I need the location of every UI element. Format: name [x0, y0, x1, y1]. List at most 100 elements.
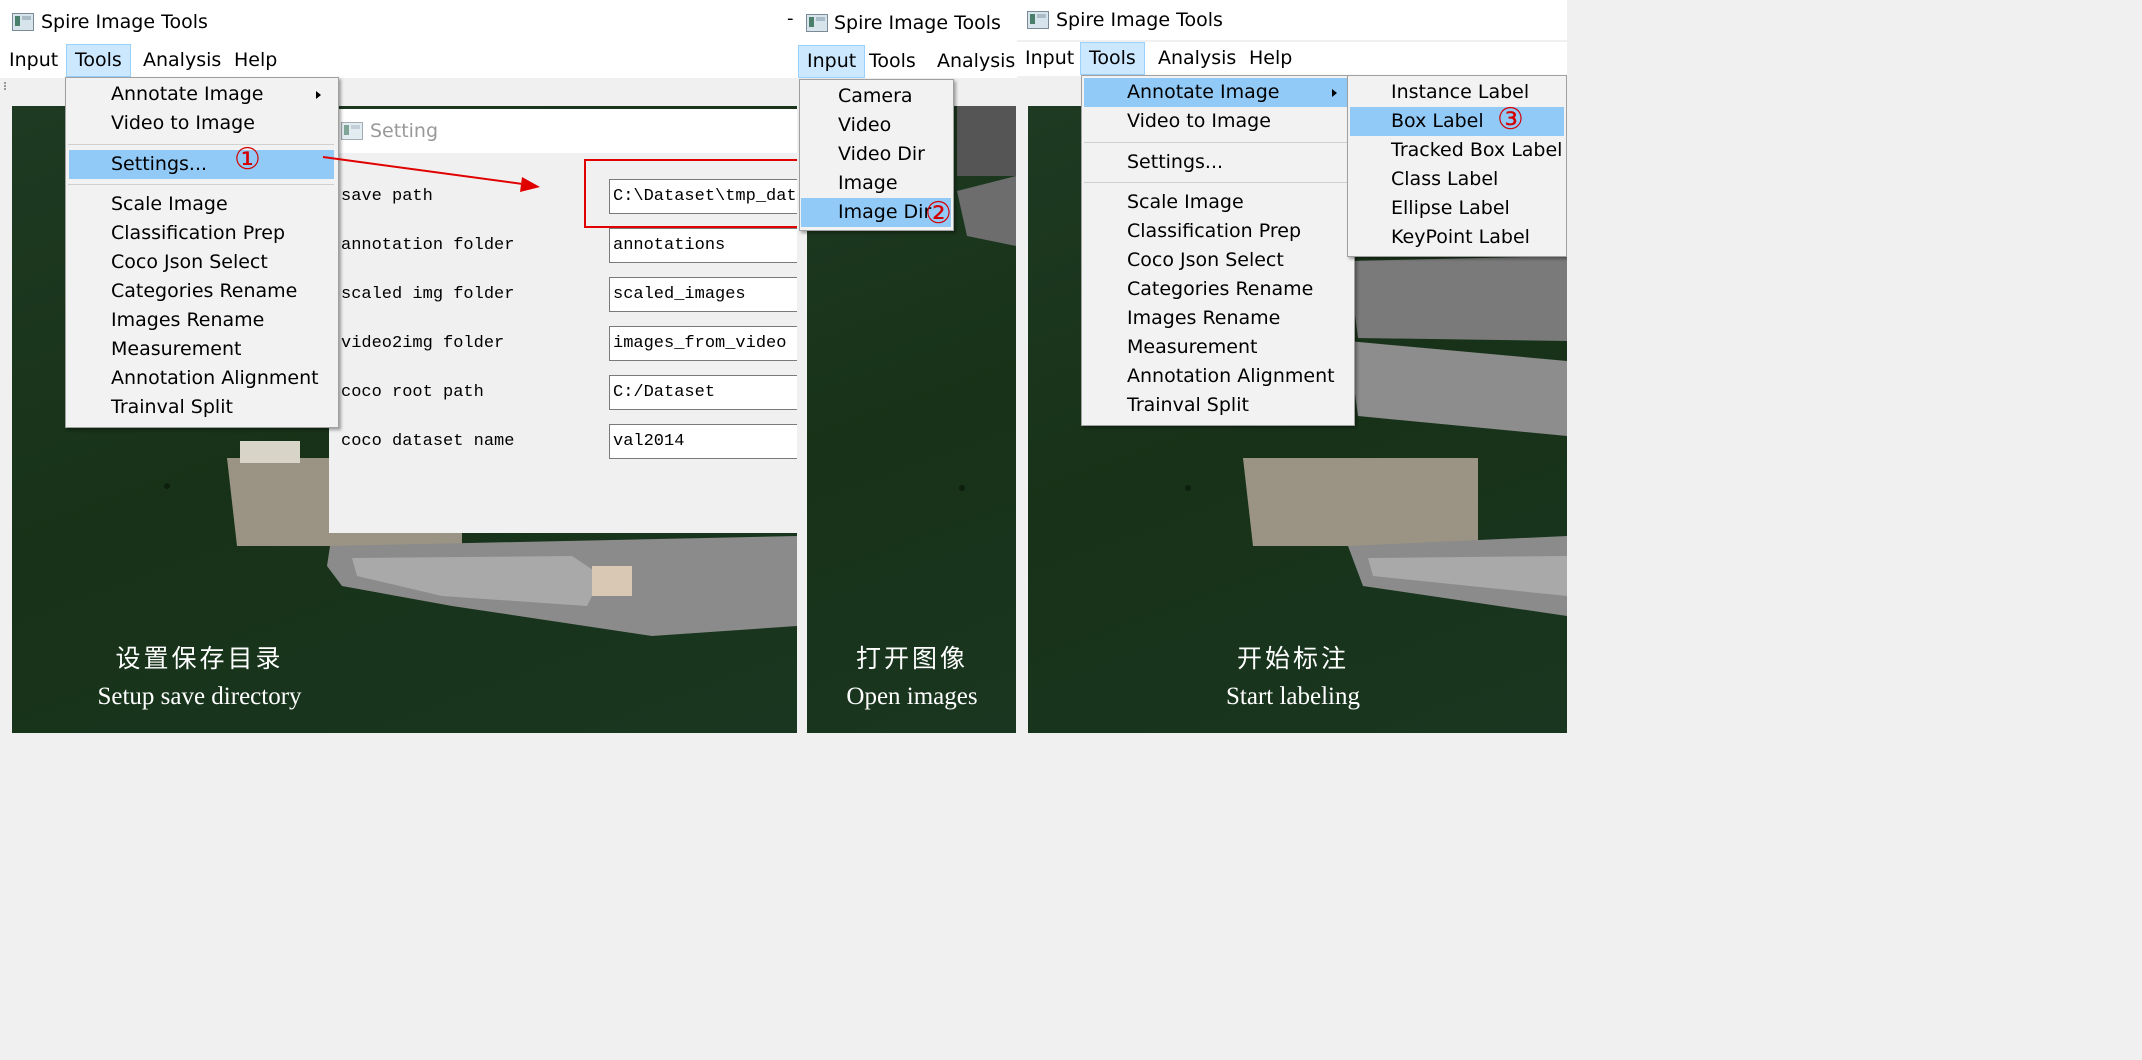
caption-english: Setup save directory	[97, 683, 302, 710]
label-scaled-img-folder: scaled img folder	[341, 285, 515, 304]
label-coco-dataset-name: coco dataset name	[341, 432, 515, 451]
menu-input[interactable]: Input	[1, 44, 66, 77]
menu-analysis[interactable]: Analysis	[929, 45, 1017, 78]
window-titlebar: Spire Image Tools	[797, 0, 1017, 44]
menu-item-video-to-image[interactable]: Video to Image	[1082, 107, 1352, 136]
menu-tools[interactable]: Tools	[66, 44, 131, 77]
caption-english: Open images	[846, 683, 978, 710]
window-title: Spire Image Tools	[834, 12, 1001, 34]
menu-item-images-rename[interactable]: Images Rename	[66, 306, 336, 335]
dialog-titlebar: Setting	[329, 109, 797, 153]
menu-item-coco-json-select[interactable]: Coco Json Select	[1082, 246, 1352, 275]
menu-item-box-label[interactable]: Box Label	[1350, 107, 1564, 136]
annotation-folder-field[interactable]: annotations	[609, 228, 797, 263]
caption: 打开图像 Open images	[827, 640, 997, 716]
dock-structure	[957, 106, 1016, 176]
submenu-arrow-icon	[1332, 89, 1337, 97]
menu-item-measurement[interactable]: Measurement	[66, 335, 336, 364]
menu-item-classification-prep[interactable]: Classification Prep	[1082, 217, 1352, 246]
menu-item-annotate-image[interactable]: Annotate Image	[1084, 78, 1350, 107]
menu-item-trainval-split[interactable]: Trainval Split	[1082, 391, 1352, 420]
menu-item-video-to-image[interactable]: Video to Image	[66, 109, 336, 138]
menubar: Input Tools Analysis	[797, 44, 1017, 78]
coco-dataset-name-field[interactable]: val2014	[609, 424, 797, 459]
menu-item-classification-prep[interactable]: Classification Prep	[66, 219, 336, 248]
window-titlebar: Spire Image Tools	[1017, 0, 1567, 40]
caption-chinese: 开始标注	[1236, 644, 1349, 673]
menu-item-categories-rename[interactable]: Categories Rename	[1082, 275, 1352, 304]
menu-item-image[interactable]: Image	[800, 169, 950, 198]
ship-hull	[957, 176, 1016, 246]
menubar: Input Tools Analysis Help	[0, 44, 797, 78]
window-titlebar: Spire Image Tools	[0, 0, 797, 44]
submenu-arrow-icon	[316, 91, 321, 99]
window-title: Spire Image Tools	[41, 11, 208, 33]
menu-separator	[1084, 182, 1350, 183]
menu-item-annotation-alignment[interactable]: Annotation Alignment	[66, 364, 336, 393]
menu-item-trainval-split[interactable]: Trainval Split	[66, 393, 336, 422]
menu-help[interactable]: Help	[226, 44, 285, 77]
buoy	[959, 485, 965, 491]
app-icon	[806, 14, 828, 32]
tools-menu: Annotate Image Video to Image Settings..…	[1081, 75, 1355, 426]
menu-item-tracked-box-label[interactable]: Tracked Box Label	[1348, 136, 1564, 165]
panel-settings: Spire Image Tools Input Tools Analysis H…	[0, 0, 797, 775]
caption-chinese: 打开图像	[855, 644, 968, 673]
menu-item-keypoint-label[interactable]: KeyPoint Label	[1348, 223, 1564, 252]
carrier-deck	[1348, 341, 1567, 436]
menu-item-instance-label[interactable]: Instance Label	[1348, 78, 1564, 107]
buoy	[1185, 485, 1191, 491]
menu-separator	[68, 144, 334, 145]
menu-item-scale-image[interactable]: Scale Image	[1082, 188, 1352, 217]
pier	[1243, 458, 1478, 546]
app-icon	[12, 13, 34, 31]
menu-item-video[interactable]: Video	[800, 111, 950, 140]
caption: 设置保存目录 Setup save directory	[72, 640, 327, 716]
label-save-path: save path	[341, 187, 433, 206]
menu-help[interactable]: Help	[1241, 42, 1300, 75]
menu-item-settings[interactable]: Settings...	[69, 150, 334, 179]
coco-root-path-field[interactable]: C:/Dataset	[609, 375, 797, 410]
panel-open-images: Spire Image Tools Input Tools Analysis 打…	[797, 0, 1017, 775]
caption-chinese: 设置保存目录	[115, 644, 284, 673]
stray-dash: -	[787, 8, 794, 29]
toolbar-grip[interactable]	[4, 82, 12, 90]
menu-tools[interactable]: Tools	[1080, 42, 1145, 75]
annotate-submenu: Instance Label Box Label Tracked Box Lab…	[1347, 75, 1567, 257]
menu-analysis[interactable]: Analysis	[135, 44, 229, 77]
menu-item-annotation-alignment[interactable]: Annotation Alignment	[1082, 362, 1352, 391]
caption: 开始标注 Start labeling	[1208, 640, 1378, 716]
menu-item-ellipse-label[interactable]: Ellipse Label	[1348, 194, 1564, 223]
label-video2img-folder: video2img folder	[341, 334, 505, 353]
menu-separator	[1084, 142, 1350, 143]
buoy	[164, 483, 170, 489]
step-marker-3: ③	[1497, 102, 1524, 137]
dialog-icon	[341, 122, 363, 140]
menu-item-scale-image[interactable]: Scale Image	[66, 190, 336, 219]
app-icon	[1027, 11, 1049, 29]
menu-tools[interactable]: Tools	[861, 45, 924, 78]
menu-item-annotate-image[interactable]: Annotate Image	[66, 80, 336, 109]
menu-analysis[interactable]: Analysis	[1150, 42, 1244, 75]
step-marker-2: ②	[925, 196, 952, 231]
panel-start-labeling: Spire Image Tools Input Tools Analysis H…	[1017, 0, 1567, 775]
menu-item-class-label[interactable]: Class Label	[1348, 165, 1564, 194]
label-annotation-folder: annotation folder	[341, 236, 515, 255]
menu-item-settings[interactable]: Settings...	[1082, 148, 1352, 177]
menu-item-images-rename[interactable]: Images Rename	[1082, 304, 1352, 333]
caption-english: Start labeling	[1226, 683, 1360, 710]
dialog-title: Setting	[370, 120, 439, 142]
menu-item-video-dir[interactable]: Video Dir	[800, 140, 950, 169]
pier-building	[240, 441, 300, 463]
menu-input[interactable]: Input	[1017, 42, 1082, 75]
tools-menu: Annotate Image Video to Image Settings..…	[65, 77, 339, 428]
menu-item-camera[interactable]: Camera	[800, 82, 950, 111]
menubar: Input Tools Analysis Help	[1017, 42, 1567, 76]
menu-item-measurement[interactable]: Measurement	[1082, 333, 1352, 362]
scaled-img-folder-field[interactable]: scaled_images	[609, 277, 797, 312]
menu-item-coco-json-select[interactable]: Coco Json Select	[66, 248, 336, 277]
video2img-folder-field[interactable]: images_from_video	[609, 326, 797, 361]
menu-input[interactable]: Input	[798, 45, 866, 78]
menu-item-categories-rename[interactable]: Categories Rename	[66, 277, 336, 306]
label-coco-root-path: coco root path	[341, 383, 484, 402]
